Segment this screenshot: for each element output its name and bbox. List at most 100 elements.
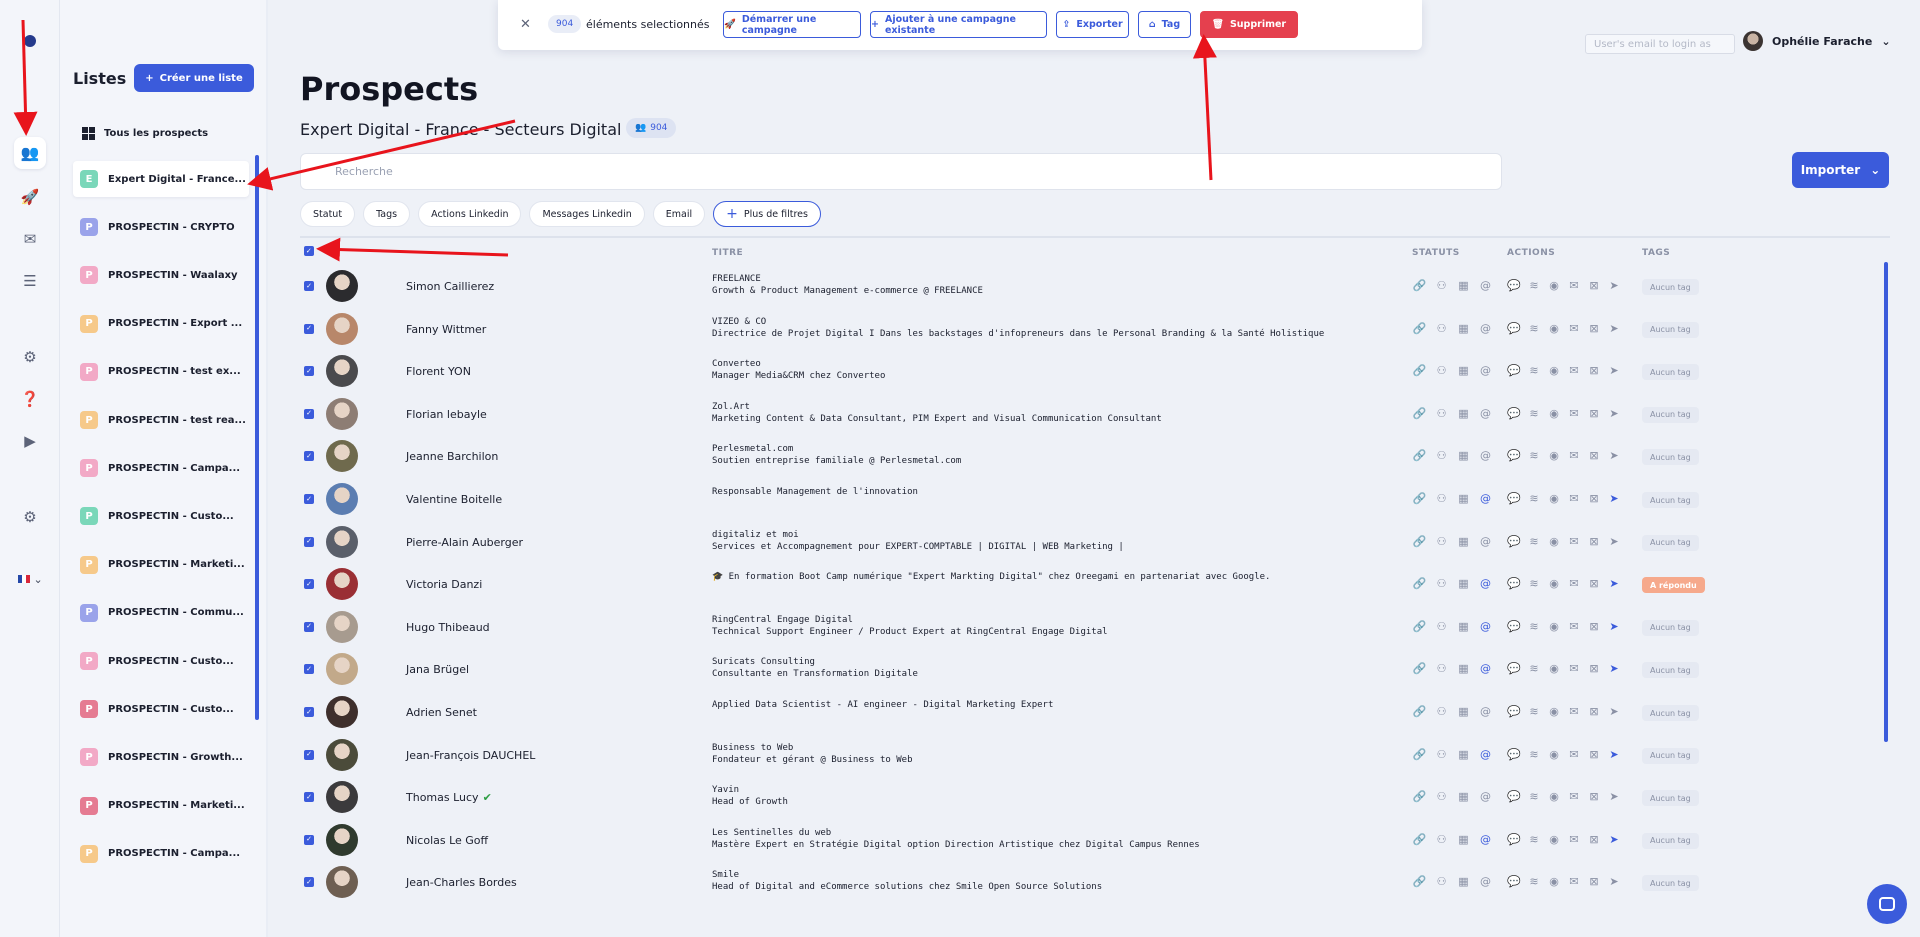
table-row[interactable]: ✓ Thomas Lucy ✔ Yavin Head of Growth 🔗 ⚇ ▦… [300, 776, 1890, 819]
avatar[interactable] [326, 610, 358, 643]
filter-email[interactable]: Email [652, 201, 706, 227]
inbox-icon[interactable]: ⊠ [1587, 407, 1601, 420]
tag-badge[interactable]: Aucun tag [1642, 279, 1699, 295]
inbox-icon[interactable]: ⊠ [1587, 364, 1601, 377]
at-icon[interactable]: @ [1478, 407, 1493, 420]
rss-icon[interactable]: ≋ [1527, 449, 1541, 462]
rss-icon[interactable]: ≋ [1527, 875, 1541, 888]
avatar[interactable] [326, 781, 358, 814]
rss-icon[interactable]: ≋ [1527, 492, 1541, 505]
select-all-checkbox[interactable]: ✓ [304, 246, 314, 256]
table-row[interactable]: ✓ Jeanne Barchilon Perlesmetal.com Soutie… [300, 435, 1890, 478]
calendar-icon[interactable]: ▦ [1456, 833, 1471, 846]
users-icon[interactable]: 👥 [14, 137, 46, 169]
row-checkbox[interactable]: ✓ [304, 323, 314, 334]
table-row[interactable]: ✓ Florian lebayle Zol.Art Marketing Conte… [300, 393, 1890, 436]
at-icon[interactable]: @ [1478, 449, 1493, 462]
row-checkbox[interactable]: ✓ [304, 834, 314, 845]
robot-icon[interactable]: ⚇ [1434, 662, 1449, 675]
list-item[interactable]: P PROSPECTIN - Custo... [73, 643, 249, 679]
close-icon[interactable]: ✕ [520, 17, 531, 32]
inbox-icon[interactable]: ⊠ [1587, 748, 1601, 761]
table-row[interactable]: ✓ Hugo Thibeaud RingCentral Engage Digit… [300, 606, 1890, 649]
login-as-email-input[interactable]: User's email to login as [1585, 34, 1735, 54]
calendar-icon[interactable]: ▦ [1456, 705, 1471, 718]
envelope-icon[interactable]: ✉ [1567, 833, 1581, 846]
row-checkbox[interactable]: ✓ [304, 408, 314, 419]
tag-badge[interactable]: Aucun tag [1642, 492, 1699, 508]
rss-icon[interactable]: ≋ [1527, 620, 1541, 633]
eye-icon[interactable]: ◉ [1547, 577, 1561, 590]
tag-badge[interactable]: Aucun tag [1642, 705, 1699, 721]
table-row[interactable]: ✓ Pierre-Alain Auberger digitaliz et moi… [300, 521, 1890, 564]
avatar[interactable] [326, 823, 358, 856]
row-checkbox[interactable]: ✓ [304, 749, 314, 760]
list-item[interactable]: P PROSPECTIN - Campa... [73, 450, 249, 486]
avatar[interactable] [326, 696, 358, 728]
eye-icon[interactable]: ◉ [1547, 833, 1561, 846]
message-icon[interactable]: 💬 [1507, 875, 1521, 888]
send-icon[interactable]: ➤ [1607, 620, 1621, 633]
link-icon[interactable]: 🔗 [1412, 535, 1427, 548]
list-item[interactable]: P PROSPECTIN - Custo... [73, 691, 249, 727]
link-icon[interactable]: 🔗 [1412, 620, 1427, 633]
calendar-icon[interactable]: ▦ [1456, 449, 1471, 462]
row-checkbox[interactable]: ✓ [304, 877, 314, 888]
at-icon[interactable]: @ [1478, 279, 1493, 292]
tag-badge[interactable]: Aucun tag [1642, 790, 1699, 807]
row-checkbox[interactable]: ✓ [304, 281, 314, 291]
message-icon[interactable]: 💬 [1507, 279, 1521, 292]
link-icon[interactable]: 🔗 [1412, 577, 1427, 590]
filter-tags[interactable]: Tags [363, 201, 411, 227]
calendar-icon[interactable]: ▦ [1456, 577, 1471, 590]
at-icon[interactable]: @ [1478, 535, 1493, 548]
inbox-icon[interactable]: ⊠ [1587, 620, 1601, 633]
flag-icon[interactable]: ⌄ [18, 573, 43, 586]
mail-icon[interactable]: ✉ [14, 223, 46, 255]
rocket-icon[interactable]: 🚀 [14, 181, 46, 213]
envelope-icon[interactable]: ✉ [1567, 535, 1581, 548]
eye-icon[interactable]: ◉ [1547, 322, 1561, 335]
envelope-icon[interactable]: ✉ [1567, 407, 1581, 420]
message-icon[interactable]: 💬 [1507, 790, 1521, 803]
envelope-icon[interactable]: ✉ [1567, 790, 1581, 803]
at-icon[interactable]: @ [1478, 322, 1493, 335]
prospect-name[interactable]: Jean-François DAUCHEL [406, 749, 535, 762]
at-icon[interactable]: @ [1478, 833, 1493, 846]
rss-icon[interactable]: ≋ [1527, 577, 1541, 590]
row-checkbox[interactable]: ✓ [304, 536, 314, 547]
prospect-name[interactable]: Jana Brügel [406, 663, 469, 676]
message-icon[interactable]: 💬 [1507, 322, 1521, 335]
filter-linkedin-messages[interactable]: Messages Linkedin [529, 201, 645, 227]
inbox-icon[interactable]: ⊠ [1587, 662, 1601, 675]
list-item[interactable]: P PROSPECTIN - Commu... [73, 595, 249, 631]
delete-button[interactable]: 🗑 Supprimer [1200, 11, 1298, 38]
rss-icon[interactable]: ≋ [1527, 364, 1541, 377]
table-row[interactable]: ✓ Fanny Wittmer VIZEO & CO Directrice de … [300, 308, 1890, 351]
message-icon[interactable]: 💬 [1507, 705, 1521, 718]
robot-icon[interactable]: ⚇ [1434, 364, 1449, 377]
envelope-icon[interactable]: ✉ [1567, 748, 1581, 761]
avatar[interactable] [326, 440, 358, 473]
row-checkbox[interactable]: ✓ [304, 579, 314, 590]
rss-icon[interactable]: ≋ [1527, 833, 1541, 846]
calendar-icon[interactable]: ▦ [1456, 322, 1471, 335]
inbox-icon[interactable]: ⊠ [1587, 322, 1601, 335]
rss-icon[interactable]: ≋ [1527, 748, 1541, 761]
at-icon[interactable]: @ [1478, 577, 1493, 590]
chat-support-button[interactable] [1867, 884, 1907, 924]
send-icon[interactable]: ➤ [1607, 833, 1621, 846]
message-icon[interactable]: 💬 [1507, 748, 1521, 761]
rss-icon[interactable]: ≋ [1527, 790, 1541, 803]
tag-badge[interactable]: Aucun tag [1642, 449, 1699, 466]
row-checkbox[interactable]: ✓ [304, 792, 314, 803]
calendar-icon[interactable]: ▦ [1456, 279, 1471, 292]
prospect-name[interactable]: Adrien Senet [406, 706, 477, 719]
avatar[interactable] [326, 483, 358, 515]
send-icon[interactable]: ➤ [1607, 492, 1621, 505]
link-icon[interactable]: 🔗 [1412, 833, 1427, 846]
list-item[interactable]: P PROSPECTIN - Waalaxy [73, 257, 249, 293]
calendar-icon[interactable]: ▦ [1456, 790, 1471, 803]
at-icon[interactable]: @ [1478, 662, 1493, 675]
prospect-name[interactable]: Jean-Charles Bordes [406, 876, 517, 889]
